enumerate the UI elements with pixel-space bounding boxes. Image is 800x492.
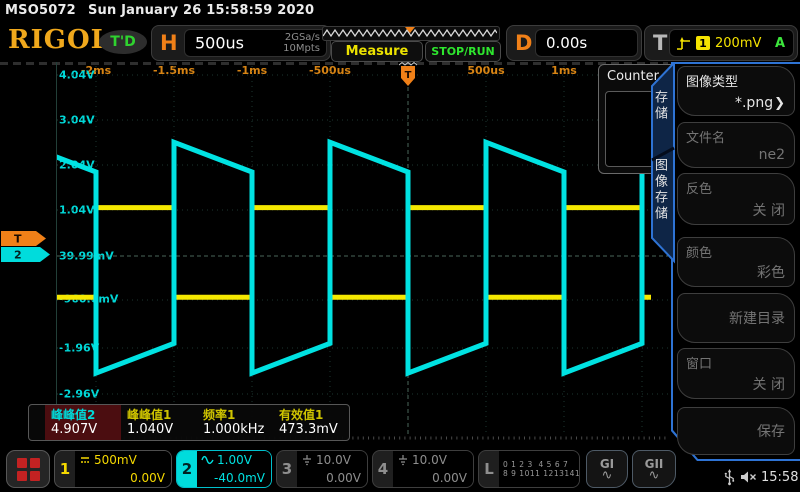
measurement-value: 473.3mV (279, 422, 338, 437)
menu-item-invert[interactable]: 反色 关 闭 (677, 173, 795, 225)
channel2-offset: -40.0mV (214, 471, 265, 485)
menu-item-image-type[interactable]: 图像类型 *.png❯ (677, 66, 795, 116)
logic-row1: 0 1 2 3 4 5 6 7 (503, 460, 569, 469)
measurement-label: 有效值1 (279, 408, 324, 422)
measurement-label: 峰峰值2 (51, 408, 96, 422)
ground-coupling-icon (399, 455, 407, 466)
chevron-right-icon: ❯ (774, 96, 785, 111)
ac-coupling-icon (201, 455, 214, 465)
grid-icon (16, 457, 40, 481)
svg-text:2: 2 (14, 249, 22, 262)
channel1-scale: 500mV (94, 453, 137, 467)
channel2-scale: 1.00V (217, 453, 252, 467)
measurement-value: 1.000kHz (203, 422, 265, 437)
svg-text:T: T (14, 233, 22, 246)
menu-item-value: 关 闭 (752, 203, 785, 219)
menu-item-label: 图像类型 (686, 75, 739, 90)
menu-item-value: 保存 (757, 424, 785, 440)
menu-item-save[interactable]: 保存 (677, 407, 795, 455)
menu-item-label: 颜色 (686, 246, 713, 261)
menu-item-value: 彩色 (757, 265, 785, 281)
measurement-item[interactable]: 有效值1 473.3mV (273, 405, 349, 440)
measurement-value: 1.040V (127, 422, 174, 437)
measurement-value: 4.907V (51, 422, 98, 437)
menu-item-window[interactable]: 窗口 关 闭 (677, 348, 795, 399)
channel2-box[interactable]: 2 1.00V -40.0mV (176, 450, 272, 488)
logic-row2: 8 9 1011 12131415 (503, 469, 580, 478)
ch2-offset-marker[interactable]: 2 (1, 247, 50, 262)
tab-image-storage[interactable]: 图像存储 (651, 158, 667, 222)
usb-icon (724, 469, 735, 486)
channel4-offset: 0.00V (432, 471, 467, 485)
channel4-box[interactable]: 4 10.0V 0.00V (372, 450, 474, 488)
menu-item-value: 关 闭 (752, 377, 785, 393)
sine-icon: ∿ (601, 467, 613, 483)
svg-text:T: T (405, 70, 412, 81)
menu-item-label: 反色 (686, 182, 713, 197)
logic-badge: L (484, 460, 494, 478)
generator2-button[interactable]: GII ∿ (632, 450, 676, 488)
ground-coupling-icon (303, 455, 311, 466)
oscilloscope-screen: MSO5072 Sun January 26 15:58:59 2020 RIGO… (0, 0, 800, 492)
menu-item-value: *.png❯ (734, 95, 785, 111)
tab-storage[interactable]: 存储 (651, 90, 667, 122)
trigger-position-marker[interactable]: T (398, 61, 418, 87)
menu-item-filename[interactable]: 文件名 ne2 (677, 122, 795, 168)
channel3-box[interactable]: 3 10.0V 0.00V (276, 450, 368, 488)
channel3-scale: 10.0V (316, 453, 351, 467)
channel3-offset: 0.00V (326, 471, 361, 485)
trigger-level-marker[interactable]: T (1, 231, 46, 246)
clock: 15:58 (761, 470, 799, 485)
menu-item-color[interactable]: 颜色 彩色 (677, 237, 795, 287)
measurement-item[interactable]: 峰峰值1 1.040V (121, 405, 197, 440)
channel4-badge: 4 (377, 460, 389, 478)
windows-button[interactable] (6, 450, 50, 488)
speaker-muted-icon[interactable] (740, 470, 757, 484)
channel1-box[interactable]: 1 500mV 0.00V (54, 450, 172, 488)
menu-item-new-directory[interactable]: 新建目录 (677, 293, 795, 343)
measurement-item[interactable]: 频率1 1.000kHz (197, 405, 273, 440)
channel1-badge: 1 (59, 460, 71, 478)
measurement-label: 频率1 (203, 408, 236, 422)
menu-item-value: 新建目录 (729, 311, 785, 327)
menu-item-value: ne2 (758, 147, 785, 163)
dc-coupling-icon (81, 457, 89, 463)
measurement-item[interactable]: 峰峰值2 4.907V (45, 405, 121, 440)
generator1-button[interactable]: GI ∿ (586, 450, 628, 488)
menu-item-label: 窗口 (686, 357, 713, 372)
channel2-badge: 2 (177, 451, 197, 487)
grid-lines (57, 66, 668, 436)
sine-icon: ∿ (648, 467, 660, 483)
channel4-scale: 10.0V (412, 453, 447, 467)
channel3-badge: 3 (281, 460, 293, 478)
measurement-label: 峰峰值1 (127, 408, 172, 422)
measurement-overlay: 峰峰值2 4.907V 峰峰值1 1.040V 频率1 1.000kHz 有效值… (28, 404, 350, 441)
ch1-trace (57, 205, 651, 300)
channel1-offset: 0.00V (130, 471, 165, 485)
menu-item-label: 文件名 (686, 131, 726, 146)
logic-channels-box[interactable]: L 0 1 2 3 4 5 6 7 8 9 1011 12131415 (478, 450, 580, 488)
